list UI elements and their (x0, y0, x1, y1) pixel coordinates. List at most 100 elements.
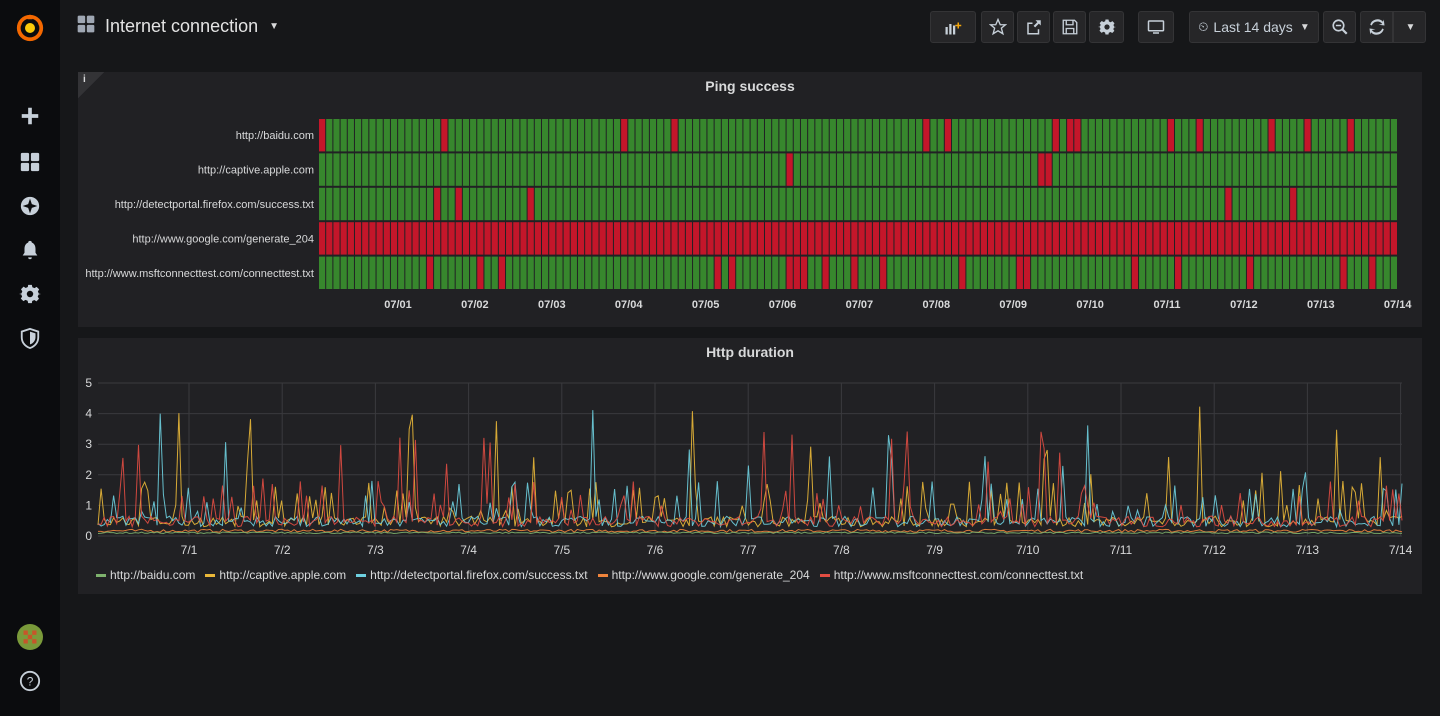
heatmap-cell (340, 222, 347, 255)
avatar[interactable] (0, 617, 60, 657)
heatmap-cell (851, 119, 858, 152)
x-tick-label: 7/2 (274, 543, 291, 557)
heatmap-cell (333, 256, 340, 289)
heatmap-cell (506, 119, 513, 152)
server-admin-icon[interactable] (0, 318, 60, 358)
heatmap-cell (470, 187, 477, 221)
heatmap-cell (1218, 256, 1225, 289)
heatmap-cell (800, 256, 808, 289)
heatmap-cell (383, 222, 390, 255)
heatmap-cell (412, 222, 419, 255)
plus-icon[interactable] (0, 96, 60, 136)
share-button[interactable] (1017, 11, 1050, 43)
heatmap-cell (772, 119, 779, 152)
heatmap-cell (1139, 153, 1146, 186)
heatmap-cell (973, 119, 980, 152)
heatmap-cell (923, 119, 930, 152)
heatmap-cell (333, 153, 340, 186)
heatmap-cell (736, 119, 743, 152)
heatmap-cell (462, 256, 470, 289)
refresh-interval-dropdown[interactable]: ▼ (1393, 11, 1426, 43)
heatmap-cell (376, 187, 383, 221)
heatmap-cell (599, 187, 606, 221)
chart-legend: http://baidu.com http://captive.apple.co… (96, 568, 1083, 582)
heatmap-cell (1275, 222, 1282, 255)
heatmap-cell (1038, 187, 1045, 221)
legend-swatch (96, 573, 106, 577)
save-button[interactable] (1053, 11, 1086, 43)
star-button[interactable] (981, 11, 1014, 43)
settings-button[interactable] (1089, 11, 1124, 43)
heatmap-cell (362, 256, 369, 289)
heatmap-cell (1261, 222, 1268, 255)
heatmap-cell (980, 187, 987, 221)
legend-label: http://captive.apple.com (219, 568, 347, 582)
heatmap-cell (1189, 256, 1196, 289)
dashboard-title-dropdown[interactable]: Internet connection ▼ (76, 14, 279, 39)
heatmap-cell (1139, 256, 1146, 289)
heatmap-cell (1124, 222, 1131, 255)
heatmap-cell (1311, 222, 1318, 255)
legend-item[interactable]: http://www.msftconnecttest.com/connectte… (819, 568, 1083, 582)
legend-item[interactable]: http://detectportal.firefox.com/success.… (356, 568, 588, 582)
legend-item[interactable]: http://www.google.com/generate_204 (597, 568, 810, 582)
heatmap-cell (448, 187, 455, 221)
heatmap-cell (1297, 256, 1304, 289)
alerting-icon[interactable] (0, 230, 60, 270)
ping-heatmap: http://baidu.com http://captive.apple.com… (85, 119, 1412, 311)
heatmap-cell (657, 256, 664, 289)
heatmap-cell (1103, 153, 1110, 186)
add-panel-button[interactable] (930, 11, 976, 43)
refresh-button[interactable] (1360, 11, 1393, 43)
heatmap-cell (693, 187, 700, 221)
grafana-logo-icon[interactable] (0, 8, 60, 48)
help-icon[interactable]: ? (0, 661, 60, 701)
explore-icon[interactable] (0, 186, 60, 226)
heatmap-cell (1275, 153, 1282, 186)
heatmap-cell (880, 153, 887, 186)
heatmap-cell (750, 119, 757, 152)
heatmap-cell (1232, 187, 1239, 221)
heatmap-cell (729, 222, 736, 255)
heatmap-cell (865, 119, 872, 152)
heatmap-row-label: http://baidu.com (236, 130, 314, 142)
time-range-picker[interactable]: ⏲ Last 14 days ▼ (1189, 11, 1319, 43)
heatmap-cell (1218, 222, 1225, 255)
configuration-icon[interactable] (0, 274, 60, 314)
heatmap-cell (556, 222, 563, 255)
heatmap-cell (319, 222, 326, 255)
heatmap-cell (865, 256, 872, 289)
legend-item[interactable]: http://baidu.com (96, 568, 195, 582)
heatmap-cell (1210, 256, 1218, 289)
heatmap-cell (1110, 187, 1117, 221)
x-tick-label: 7/6 (647, 543, 664, 557)
heatmap-cell (1354, 153, 1362, 186)
heatmap-cell (1052, 256, 1059, 289)
dashboards-icon[interactable] (0, 142, 60, 182)
x-tick-label: 7/11 (1110, 543, 1133, 557)
heatmap-cell (1189, 187, 1196, 221)
heatmap-cell (1023, 187, 1031, 221)
heatmap-cell (570, 222, 577, 255)
heatmap-cell (793, 119, 800, 152)
heatmap-cell (1354, 256, 1362, 289)
heatmap-cell (448, 153, 455, 186)
heatmap-cell (786, 222, 793, 255)
heatmap-cell (944, 256, 952, 289)
heatmap-cell (1354, 119, 1362, 152)
heatmap-cell (520, 153, 527, 186)
add-panel-icon (945, 22, 962, 35)
heatmap-cell (1045, 119, 1052, 152)
heatmap-cell (534, 222, 541, 255)
heatmap-cell (455, 187, 462, 221)
heatmap-cell (1290, 153, 1297, 186)
legend-item[interactable]: http://captive.apple.com (205, 568, 346, 582)
heatmap-cell (1225, 256, 1232, 289)
heatmap-cell (534, 153, 541, 186)
heatmap-cell (930, 256, 937, 289)
tv-mode-button[interactable] (1138, 11, 1174, 43)
heatmap-cell (1383, 119, 1390, 152)
heatmap-cell (757, 256, 764, 289)
zoom-out-button[interactable] (1323, 11, 1356, 43)
heatmap-cell (1333, 256, 1340, 289)
